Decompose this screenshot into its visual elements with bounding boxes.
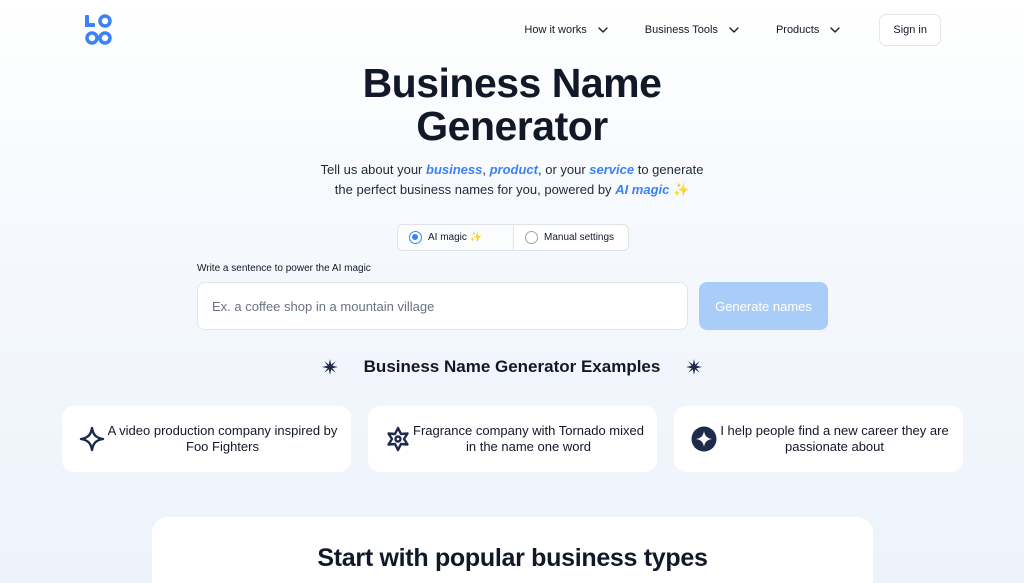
example-card-text: A video production company inspired by F… — [107, 423, 338, 454]
subtitle-text: to generate — [634, 162, 704, 177]
nav-how-it-works[interactable]: How it works — [524, 24, 608, 36]
mode-ai-magic-label: AI magic — [428, 232, 467, 243]
popular-business-types-panel: Start with popular business types — [152, 517, 873, 583]
star-badge-icon — [691, 426, 717, 452]
asterisk-star-icon — [321, 359, 338, 375]
hero-subtitle: Tell us about your business, product, or… — [0, 160, 1024, 200]
popular-business-types-title: Start with popular business types — [317, 544, 708, 572]
example-card-text: Fragrance company with Tornado mixed in … — [413, 423, 644, 454]
highlight-service: service — [589, 162, 635, 177]
nav-products-label: Products — [775, 24, 820, 36]
asterisk-star-icon — [686, 359, 703, 375]
prompt-input[interactable] — [197, 282, 688, 330]
title-line-1: Business Name — [362, 60, 662, 106]
logo-icon[interactable] — [84, 14, 114, 46]
generate-names-button[interactable]: Generate names — [699, 282, 828, 330]
mode-ai-magic[interactable]: AI magic ✨ — [398, 225, 514, 250]
example-card[interactable]: I help people find a new career they are… — [674, 406, 963, 472]
subtitle-text: , — [482, 162, 490, 177]
radio-selected-icon[interactable] — [409, 231, 422, 244]
mode-toggle: AI magic ✨ Manual settings — [397, 224, 629, 251]
chevron-down-icon — [830, 27, 841, 33]
examples-heading-text: Business Name Generator Examples — [363, 357, 661, 376]
sparkles-icon: ✨ — [469, 232, 483, 243]
title-line-2: Generator — [416, 103, 608, 149]
top-nav: How it works Business Tools Products Sig… — [524, 14, 941, 46]
example-card[interactable]: A video production company inspired by F… — [62, 406, 351, 472]
sign-in-button[interactable]: Sign in — [879, 14, 941, 46]
subtitle-text: , or your — [537, 162, 590, 177]
subtitle-text: the perfect business names for you, powe… — [334, 182, 616, 197]
example-card[interactable]: Fragrance company with Tornado mixed in … — [368, 406, 657, 472]
prompt-label: Write a sentence to power the AI magic — [197, 263, 371, 274]
nav-products[interactable]: Products — [776, 24, 841, 36]
chevron-down-icon — [598, 27, 608, 33]
nav-business-tools-label: Business Tools — [644, 24, 718, 36]
nav-how-it-works-label: How it works — [524, 24, 587, 36]
chevron-down-icon — [729, 27, 739, 33]
snowflake-star-icon — [387, 426, 409, 452]
nav-business-tools[interactable]: Business Tools — [645, 24, 740, 36]
sparkles-icon: ✨ — [673, 182, 690, 197]
mode-manual-settings-label: Manual settings — [544, 232, 615, 243]
examples-heading: Business Name Generator Examples — [0, 357, 1024, 377]
mode-manual-settings[interactable]: Manual settings — [514, 225, 628, 250]
four-point-star-icon — [79, 426, 105, 452]
radio-unselected-icon[interactable] — [525, 231, 538, 244]
highlight-product: product — [489, 162, 538, 177]
subtitle-text: Tell us about your — [320, 162, 426, 177]
example-card-text: I help people find a new career they are… — [720, 423, 949, 454]
page-title: Business Name Generator — [0, 62, 1024, 148]
highlight-ai-magic: AI magic — [615, 182, 670, 197]
highlight-business: business — [426, 162, 483, 177]
